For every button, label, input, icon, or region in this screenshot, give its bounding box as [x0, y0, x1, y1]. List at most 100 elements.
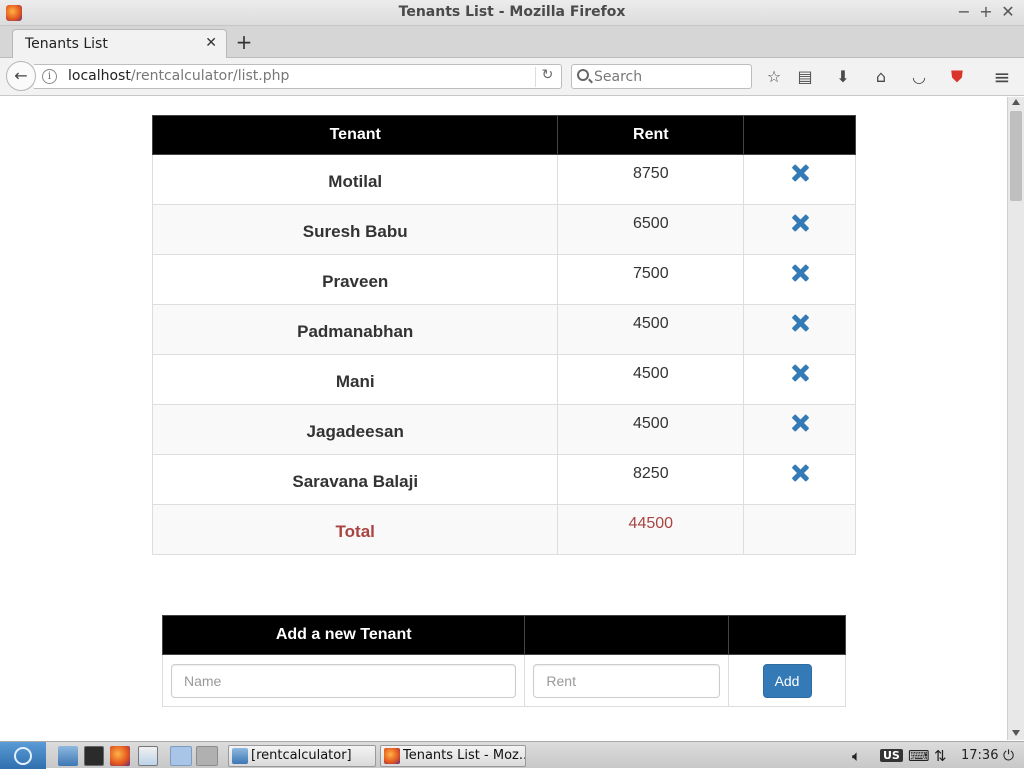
taskbar-item-firefox[interactable]: Tenants List - Moz...: [380, 745, 526, 767]
star-icon[interactable]: ☆: [764, 67, 784, 87]
delete-icon[interactable]: [790, 463, 810, 483]
workspace-2-icon[interactable]: [196, 746, 218, 766]
form-header-blank: [524, 615, 730, 655]
column-header-rent: Rent: [557, 115, 745, 155]
form-header-row: Add a new Tenant: [161, 615, 846, 655]
keyboard-layout-label: US: [880, 749, 903, 762]
tab-strip: Tenants List ✕ +: [0, 26, 1024, 58]
tenant-name: Mani: [151, 354, 559, 405]
tab-tenants-list[interactable]: Tenants List ✕: [12, 29, 227, 58]
desktop-taskbar: [rentcalculator] Tenants List - Moz... 🔈…: [0, 741, 1024, 769]
minimize-button[interactable]: −: [954, 2, 974, 22]
tenant-name: Motilal: [151, 154, 559, 205]
back-button[interactable]: ←: [6, 61, 36, 91]
delete-icon[interactable]: [790, 213, 810, 233]
search-input[interactable]: [594, 67, 744, 86]
name-input[interactable]: [171, 663, 517, 698]
info-icon[interactable]: i: [42, 69, 57, 84]
delete-cell: [743, 454, 856, 505]
tenant-name: Jagadeesan: [151, 404, 559, 455]
file-manager-icon[interactable]: [58, 746, 78, 766]
tenant-rent: 7500: [557, 254, 745, 305]
form-header-blank: [728, 615, 846, 655]
reload-icon[interactable]: ↻: [535, 67, 555, 87]
url-path: /rentcalculator/list.php: [130, 68, 290, 84]
taskbar-item-rentcalculator[interactable]: [rentcalculator]: [228, 745, 376, 767]
volume-icon[interactable]: 🔈︎: [852, 746, 861, 766]
delete-icon[interactable]: [790, 363, 810, 383]
start-menu-button[interactable]: [0, 742, 46, 769]
start-icon: [14, 747, 32, 765]
url-host: localhost: [68, 68, 131, 84]
column-header-tenant: Tenant: [151, 115, 559, 155]
terminal-icon[interactable]: [84, 746, 104, 766]
window-title: Tenants List - Mozilla Firefox: [398, 4, 626, 20]
tenant-rent: 4500: [557, 354, 745, 405]
add-tenant-heading: Add a new Tenant: [161, 615, 526, 655]
tenant-rent: 4500: [557, 404, 745, 455]
maximize-button[interactable]: +: [976, 2, 996, 22]
new-tab-button[interactable]: +: [234, 30, 254, 54]
workspace-1-icon[interactable]: [170, 746, 192, 766]
keyboard-layout[interactable]: US: [880, 746, 903, 766]
task-label: Tenants List - Moz...: [403, 748, 526, 763]
search-icon: [577, 69, 589, 81]
tenant-name: Praveen: [151, 254, 559, 305]
rent-cell: [524, 654, 730, 707]
tenant-rent: 8250: [557, 454, 745, 505]
delete-icon[interactable]: [790, 313, 810, 333]
scroll-thumb[interactable]: [1010, 111, 1022, 201]
close-window-button[interactable]: ✕: [998, 2, 1018, 22]
delete-icon[interactable]: [790, 263, 810, 283]
tenant-name: Saravana Balaji: [151, 454, 559, 505]
vertical-scrollbar[interactable]: [1007, 97, 1024, 740]
delete-icon[interactable]: [790, 163, 810, 183]
form-row: Add: [161, 654, 846, 707]
add-button[interactable]: Add: [762, 663, 812, 698]
download-icon[interactable]: ⬇: [833, 67, 853, 87]
total-value: 44500: [557, 504, 745, 555]
table-header-row: Tenant Rent: [151, 115, 856, 155]
rent-input[interactable]: [533, 663, 721, 698]
scroll-down-icon[interactable]: [1012, 730, 1020, 736]
tenants-table: Tenant Rent Motilal 8750 Suresh Babu 650…: [151, 115, 856, 555]
task-label: [rentcalculator]: [251, 748, 352, 763]
tab-close-icon[interactable]: ✕: [205, 35, 217, 51]
total-row: Total 44500: [151, 504, 856, 555]
clock[interactable]: 17:36: [961, 746, 998, 766]
window-titlebar: Tenants List - Mozilla Firefox − + ✕: [0, 0, 1024, 26]
table-row: Mani 4500: [151, 354, 856, 405]
delete-icon[interactable]: [790, 413, 810, 433]
tenant-rent: 8750: [557, 154, 745, 205]
network-icon[interactable]: ⇅: [934, 746, 947, 766]
keyboard-icon[interactable]: ⌨: [908, 746, 930, 766]
add-cell: Add: [728, 654, 846, 707]
url-text[interactable]: localhost/rentcalculator/list.php: [68, 68, 289, 84]
window-icon[interactable]: [138, 746, 158, 766]
column-header-action: [743, 115, 856, 155]
scroll-up-icon[interactable]: [1012, 99, 1020, 105]
power-icon[interactable]: ⏻: [1003, 746, 1014, 766]
table-row: Praveen 7500: [151, 254, 856, 305]
search-box[interactable]: [571, 64, 752, 89]
folder-icon: [232, 748, 248, 764]
tab-label: Tenants List: [25, 36, 108, 52]
total-empty-cell: [743, 504, 856, 555]
home-icon[interactable]: ⌂: [871, 67, 891, 87]
tenant-name: Padmanabhan: [151, 304, 559, 355]
table-row: Suresh Babu 6500: [151, 204, 856, 255]
reading-list-icon[interactable]: ▤: [795, 67, 815, 87]
table-row: Jagadeesan 4500: [151, 404, 856, 455]
tenant-rent: 6500: [557, 204, 745, 255]
pocket-icon[interactable]: ◡: [909, 67, 929, 87]
nav-toolbar: i localhost/rentcalculator/list.php ↻ ← …: [0, 58, 1024, 96]
table-row: Motilal 8750: [151, 154, 856, 205]
url-bar[interactable]: i localhost/rentcalculator/list.php ↻: [34, 64, 562, 89]
shield-icon[interactable]: ⛊: [947, 67, 967, 87]
delete-cell: [743, 254, 856, 305]
name-cell: [161, 654, 526, 707]
menu-icon[interactable]: ≡: [992, 67, 1012, 87]
delete-cell: [743, 404, 856, 455]
firefox-launcher-icon[interactable]: [110, 746, 130, 766]
delete-cell: [743, 204, 856, 255]
